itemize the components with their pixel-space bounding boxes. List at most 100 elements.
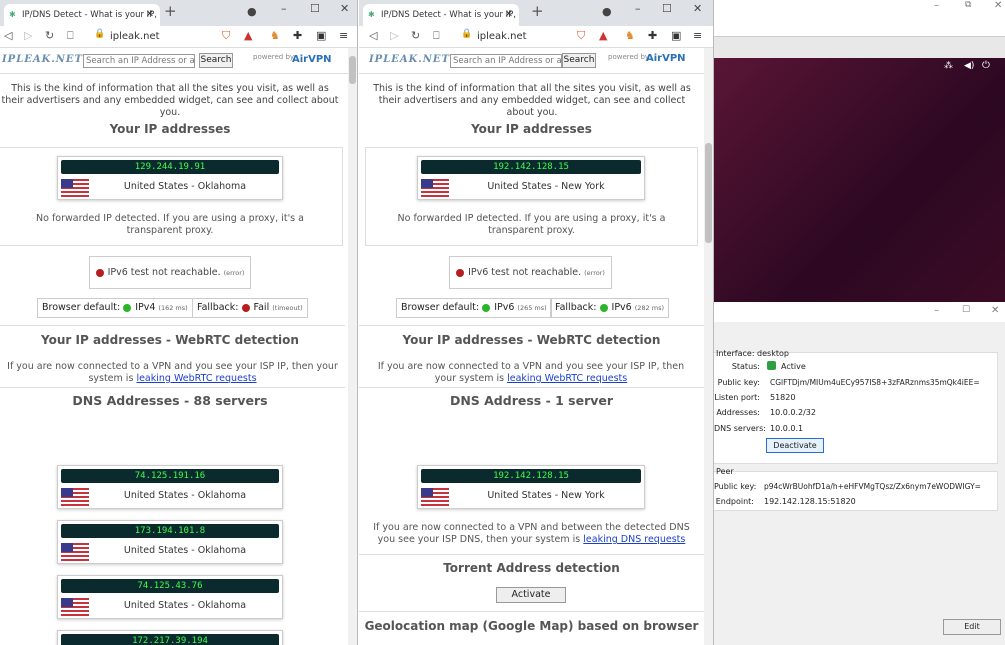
dns-ip: 74.125.43.76 xyxy=(61,579,279,593)
reload-icon[interactable]: ↻ xyxy=(411,29,420,42)
peer-group xyxy=(714,471,998,511)
brave-rewards-icon[interactable]: ▲ xyxy=(599,29,607,42)
close-window-icon[interactable]: ✕ xyxy=(994,0,1002,11)
network-icon[interactable]: ⁂ xyxy=(944,61,953,71)
forward-note: No forwarded IP detected. If you are usi… xyxy=(397,213,666,236)
minimize-icon[interactable]: – xyxy=(934,305,939,316)
peer-pubkey-value: p94cWrBUohfD1a/h+eHFVMgTQsz/Zx6nym7eWODW… xyxy=(764,482,981,491)
shield-check-icon xyxy=(767,361,776,370)
scrollbar-thumb[interactable] xyxy=(705,143,712,243)
menu-icon[interactable]: ≡ xyxy=(339,29,348,42)
dns-location: United States - Oklahoma xyxy=(123,600,247,611)
maximize-icon[interactable]: ☐ xyxy=(310,2,320,15)
site-header: IPLEAK.NET Search an IP Address or a Sea… xyxy=(359,48,713,74)
scrollbar-thumb[interactable] xyxy=(349,56,356,84)
peer-pubkey-label: Public key: xyxy=(714,482,757,491)
maximize-icon[interactable]: ☐ xyxy=(662,2,672,15)
webrtc-heading: Your IP addresses - WebRTC detection xyxy=(41,333,299,347)
interface-title: Interface: desktop xyxy=(716,349,789,358)
listen-port-label: Listen port: xyxy=(714,393,760,402)
tab-title: IP/DNS Detect - What is your IP, … xyxy=(22,10,160,20)
favicon-icon: ✱ xyxy=(9,10,16,19)
intro-text: This is the kind of information that all… xyxy=(1,83,339,118)
scrollbar[interactable] xyxy=(704,48,713,645)
metamask-icon[interactable]: ♞ xyxy=(625,29,635,42)
new-tab-icon[interactable]: + xyxy=(164,2,177,20)
webrtc-leak-link[interactable]: leaking WebRTC requests xyxy=(507,373,627,384)
airvpn-logo[interactable]: AirVPN xyxy=(292,54,332,65)
browser-tab[interactable]: ✱ IP/DNS Detect - What is your IP, … ✕ xyxy=(363,4,519,26)
search-button[interactable]: Search xyxy=(199,53,233,68)
fallback-tag: (282 ms) xyxy=(634,304,665,312)
metamask-icon[interactable]: ♞ xyxy=(270,29,280,42)
search-button[interactable]: Search xyxy=(562,53,596,68)
menu-icon[interactable]: ≡ xyxy=(693,29,702,42)
close-window-icon[interactable]: ✕ xyxy=(340,2,349,15)
browser-window-right: ✱ IP/DNS Detect - What is your IP, … ✕ + ●… xyxy=(359,0,714,645)
close-window-icon[interactable]: ✕ xyxy=(693,2,702,15)
address-bar[interactable]: ipleak.net xyxy=(110,28,210,46)
lock-icon: 🔒 xyxy=(94,29,106,39)
search-input[interactable]: Search an IP Address or a xyxy=(450,54,562,68)
site-logo[interactable]: IPLEAK.NET xyxy=(369,54,450,65)
default-protocol: IPv4 xyxy=(135,302,156,313)
ipv6-test-text: IPv6 test not reachable. xyxy=(107,267,221,278)
search-input[interactable]: Search an IP Address or a xyxy=(83,54,195,68)
minimize-icon[interactable]: – xyxy=(635,2,641,15)
divider xyxy=(0,325,345,326)
tab-search-icon[interactable]: ● xyxy=(602,5,612,18)
restore-icon[interactable]: ⧉ xyxy=(965,0,971,10)
dns-leak-link[interactable]: leaking DNS requests xyxy=(583,534,685,545)
extensions-icon[interactable]: ✚ xyxy=(648,29,657,42)
divider xyxy=(0,387,345,388)
minimize-icon[interactable]: – xyxy=(281,2,287,15)
dns-servers-label: DNS servers: xyxy=(714,424,766,433)
tab-title: IP/DNS Detect - What is your IP, … xyxy=(381,10,519,20)
bookmark-icon[interactable]: ⎕ xyxy=(67,29,74,43)
wallet-icon[interactable]: ▣ xyxy=(671,29,681,42)
ipv6-test-box: IPv6 test not reachable. (error) xyxy=(89,256,251,289)
new-tab-icon[interactable]: + xyxy=(531,2,544,20)
reload-icon[interactable]: ↻ xyxy=(45,29,54,42)
forward-icon[interactable]: ▷ xyxy=(390,29,398,42)
dns-heading: DNS Address - 1 server xyxy=(449,393,614,408)
ubuntu-desktop: ⁂ ◀) ⏻ xyxy=(714,58,1005,302)
site-logo[interactable]: IPLEAK.NET xyxy=(2,54,83,65)
forward-icon[interactable]: ▷ xyxy=(24,29,32,42)
volume-icon[interactable]: ◀) xyxy=(964,61,974,71)
activate-button[interactable]: Activate xyxy=(496,587,566,603)
address-bar[interactable]: ipleak.net xyxy=(477,28,577,46)
status-label: Status: xyxy=(731,362,760,371)
brave-shield-icon[interactable]: ⛉ xyxy=(222,29,230,43)
back-icon[interactable]: ◁ xyxy=(369,29,377,42)
dns-card: 173.194.101.8 United States - Oklahoma xyxy=(57,520,283,564)
maximize-icon[interactable]: ☐ xyxy=(962,305,970,315)
browser-tab[interactable]: ✱ IP/DNS Detect - What is your IP, … ✕ xyxy=(4,4,160,26)
scrollbar[interactable] xyxy=(348,48,357,645)
powered-by-text: powered by xyxy=(608,53,650,61)
minimize-icon[interactable]: – xyxy=(934,0,939,11)
site-header: IPLEAK.NET Search an IP Address or a Sea… xyxy=(0,48,357,74)
us-flag-icon xyxy=(61,488,89,506)
edit-button[interactable]: Edit xyxy=(943,619,1001,635)
wallet-icon[interactable]: ▣ xyxy=(316,29,326,42)
close-tab-icon[interactable]: ✕ xyxy=(505,4,513,26)
webrtc-leak-link[interactable]: leaking WebRTC requests xyxy=(136,373,256,384)
dns-location: United States - New York xyxy=(487,490,605,501)
extensions-icon[interactable]: ✚ xyxy=(293,29,302,42)
brave-rewards-icon[interactable]: ▲ xyxy=(244,29,252,42)
brave-shield-icon[interactable]: ⛉ xyxy=(577,29,585,43)
ip-address: 192.142.128.15 xyxy=(421,160,641,174)
back-icon[interactable]: ◁ xyxy=(4,29,12,42)
close-tab-icon[interactable]: ✕ xyxy=(146,4,154,26)
fail-dot-icon xyxy=(241,303,250,312)
close-window-icon[interactable]: ✕ xyxy=(991,305,999,316)
deactivate-button[interactable]: Deactivate xyxy=(766,438,824,453)
browser-window-left: ✱ IP/DNS Detect - What is your IP, … ✕ + ●… xyxy=(0,0,358,645)
dns-ip: 74.125.191.16 xyxy=(61,469,279,483)
bookmark-icon[interactable]: ⎕ xyxy=(433,29,440,43)
airvpn-logo[interactable]: AirVPN xyxy=(646,53,686,64)
tab-search-icon[interactable]: ● xyxy=(247,5,257,18)
dns-ip: 172.217.39.194 xyxy=(61,634,279,645)
power-icon[interactable]: ⏻ xyxy=(982,60,990,71)
